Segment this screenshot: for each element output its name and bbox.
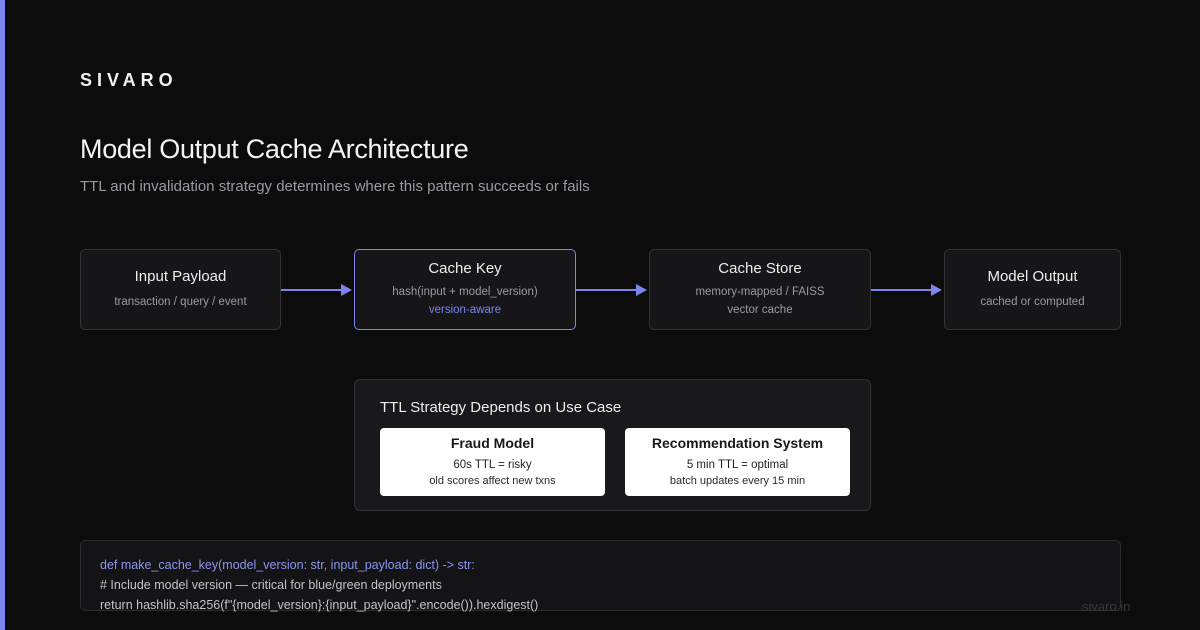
card-recommendation-system: Recommendation System 5 min TTL = optima… — [625, 428, 850, 496]
card-note: old scores affect new txns — [429, 475, 556, 487]
ttl-heading: TTL Strategy Depends on Use Case — [380, 399, 622, 416]
ttl-strategy-panel: TTL Strategy Depends on Use Case Fraud M… — [354, 379, 871, 511]
card-fraud-model: Fraud Model 60s TTL = risky old scores a… — [380, 428, 605, 496]
card-note: batch updates every 15 min — [669, 475, 806, 487]
card-ttl: 60s TTL = risky — [453, 459, 532, 471]
arrow-input-to-key — [281, 284, 352, 296]
code-line-signature: def make_cache_key(model_version: str, i… — [100, 558, 475, 572]
code-line-return: return hashlib.sha256(f"{model_version}:… — [100, 598, 539, 612]
footer-url: sivaro.in — [1082, 599, 1131, 614]
card-ttl: 5 min TTL = optimal — [686, 459, 789, 471]
flow-arrows — [281, 284, 942, 296]
card-title: Recommendation System — [651, 435, 824, 451]
card-title: Fraud Model — [450, 435, 535, 451]
arrow-store-to-output — [871, 284, 942, 296]
code-line-comment: # Include model version — critical for b… — [100, 578, 442, 592]
arrow-key-to-store — [576, 284, 647, 296]
code-snippet: def make_cache_key(model_version: str, i… — [80, 540, 1121, 612]
